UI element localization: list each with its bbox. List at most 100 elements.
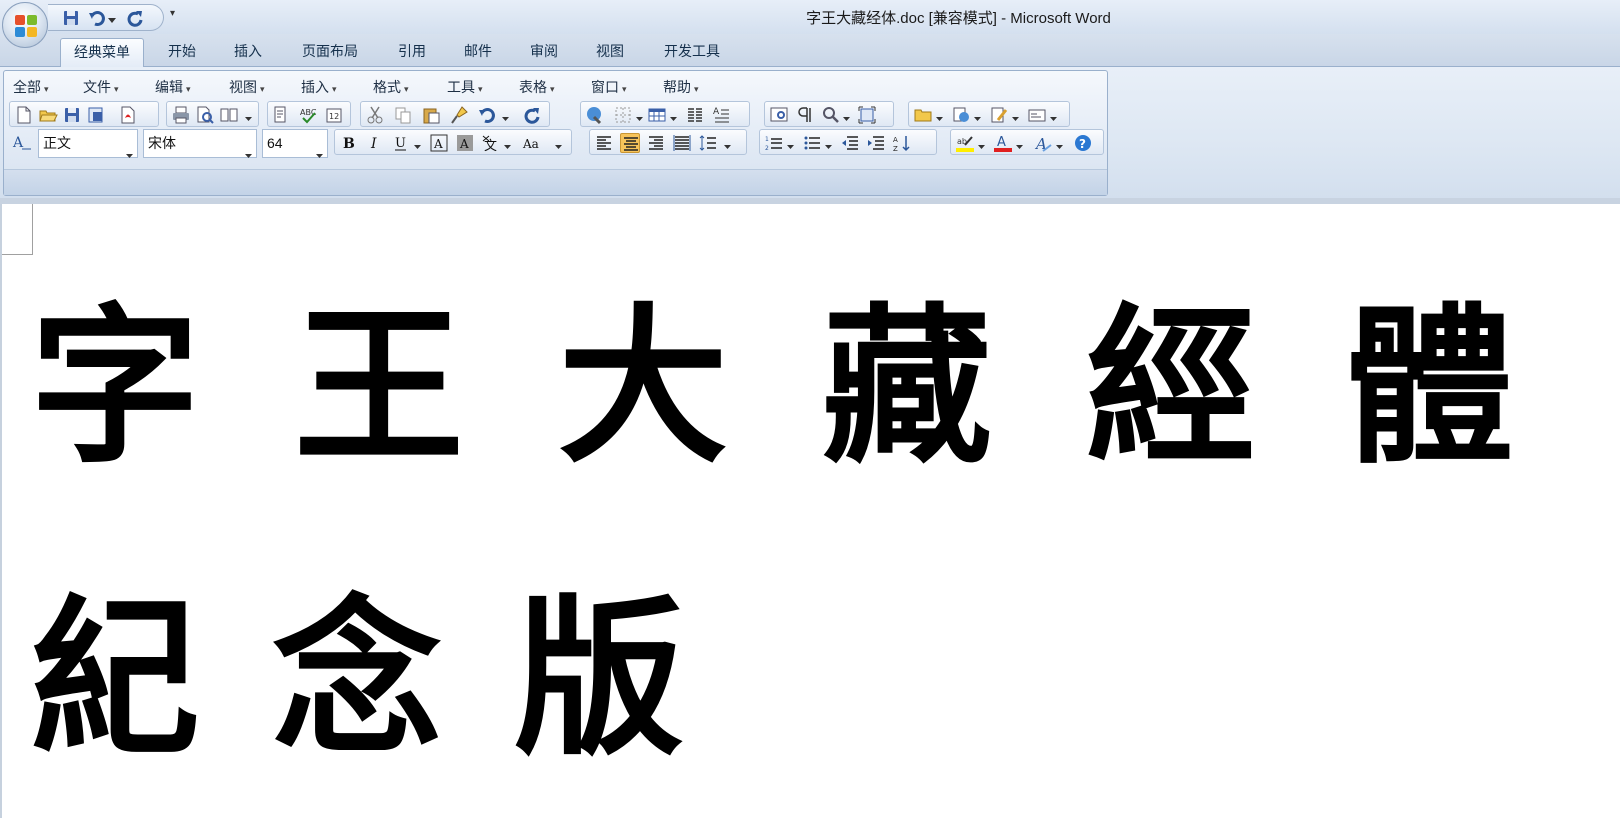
- insert-table-icon[interactable]: [647, 105, 667, 125]
- font-select[interactable]: 宋体: [143, 129, 257, 158]
- bullets-icon[interactable]: [802, 133, 822, 153]
- style-select[interactable]: 正文: [38, 129, 138, 158]
- spelling-icon[interactable]: ABC: [298, 105, 318, 125]
- reading-layout-icon[interactable]: [219, 105, 239, 125]
- numbering-icon[interactable]: 12: [764, 133, 784, 153]
- menu-help[interactable]: 帮助 ▾: [663, 77, 699, 97]
- menu-edit[interactable]: 编辑 ▾: [155, 77, 191, 97]
- chevron-down-icon[interactable]: [1050, 111, 1057, 121]
- decrease-indent-icon[interactable]: [840, 133, 860, 153]
- highlight-icon[interactable]: ab: [955, 133, 975, 153]
- full-screen-icon[interactable]: [857, 105, 877, 125]
- font-color-icon[interactable]: A: [993, 133, 1013, 153]
- print-icon[interactable]: [171, 105, 191, 125]
- research-icon[interactable]: [272, 105, 292, 125]
- italic-icon[interactable]: I: [365, 133, 385, 153]
- undo-icon[interactable]: [477, 105, 497, 125]
- chevron-down-icon[interactable]: [245, 111, 252, 121]
- ribbon-tabs: 经典菜单 开始 插入 页面布局 引用 邮件 审阅 视图 开发工具: [0, 34, 1620, 67]
- cut-icon[interactable]: [365, 105, 385, 125]
- change-case-icon[interactable]: Aa: [521, 133, 549, 153]
- tab-insert[interactable]: 插入: [222, 38, 274, 67]
- align-right-icon[interactable]: [646, 133, 666, 153]
- tab-mailings[interactable]: 邮件: [452, 38, 504, 67]
- chevron-down-icon[interactable]: [502, 111, 509, 121]
- chevron-down-icon[interactable]: [1016, 139, 1023, 149]
- sort-icon[interactable]: AZ: [892, 133, 912, 153]
- phonetic-guide-icon[interactable]: 文: [481, 133, 501, 153]
- permission-icon[interactable]: [86, 105, 106, 125]
- chevron-down-icon[interactable]: [1012, 111, 1019, 121]
- chevron-down-icon[interactable]: [555, 139, 562, 149]
- office-button[interactable]: [2, 2, 48, 48]
- chevron-down-icon[interactable]: [974, 111, 981, 121]
- hyperlink-icon[interactable]: [585, 105, 605, 125]
- svg-text:2: 2: [765, 145, 769, 152]
- chevron-down-icon[interactable]: [670, 111, 677, 121]
- redo-icon[interactable]: [521, 105, 541, 125]
- columns-icon[interactable]: [685, 105, 705, 125]
- menu-window[interactable]: 窗口 ▾: [591, 77, 627, 97]
- paste-icon[interactable]: [421, 105, 441, 125]
- pdf-icon[interactable]: [118, 105, 138, 125]
- chevron-down-icon[interactable]: [1056, 139, 1063, 149]
- chevron-down-icon[interactable]: [936, 111, 943, 121]
- menu-tools[interactable]: 工具 ▾: [447, 77, 483, 97]
- show-hide-marks-icon[interactable]: [795, 105, 815, 125]
- document-map-icon[interactable]: [769, 105, 789, 125]
- increase-indent-icon[interactable]: [866, 133, 886, 153]
- save-icon[interactable]: [62, 105, 82, 125]
- document-page[interactable]: 字 王 大 藏 經 體 紀 念 版: [0, 204, 1620, 818]
- tab-classic-menu[interactable]: 经典菜单: [60, 38, 144, 67]
- chevron-down-icon[interactable]: [636, 111, 643, 121]
- recent-documents-icon[interactable]: [951, 105, 971, 125]
- bold-icon[interactable]: B: [339, 133, 359, 153]
- tab-view[interactable]: 视图: [584, 38, 636, 67]
- print-preview-icon[interactable]: [195, 105, 215, 125]
- align-center-icon[interactable]: [620, 133, 640, 153]
- chevron-down-icon[interactable]: [414, 139, 421, 149]
- folder-icon[interactable]: [913, 105, 933, 125]
- new-document-icon[interactable]: [14, 105, 34, 125]
- tab-review[interactable]: 审阅: [518, 38, 570, 67]
- chevron-down-icon[interactable]: [504, 139, 511, 149]
- copy-icon[interactable]: [393, 105, 413, 125]
- print-toolbar-group: [166, 101, 259, 127]
- menu-all[interactable]: 全部 ▾: [13, 77, 49, 97]
- envelope-icon[interactable]: [1027, 105, 1047, 125]
- borders-icon[interactable]: [613, 105, 633, 125]
- chevron-down-icon[interactable]: [724, 139, 731, 149]
- tab-developer[interactable]: 开发工具: [652, 38, 732, 67]
- format-painter-icon[interactable]: [449, 105, 469, 125]
- help-icon[interactable]: ?: [1073, 133, 1093, 153]
- tab-home[interactable]: 开始: [156, 38, 208, 67]
- menu-view[interactable]: 视图 ▾: [229, 77, 265, 97]
- chevron-down-icon[interactable]: [787, 139, 794, 149]
- zoom-icon[interactable]: [821, 105, 841, 125]
- styles-icon[interactable]: A: [12, 132, 32, 152]
- chevron-down-icon[interactable]: [843, 111, 850, 121]
- chevron-down-icon[interactable]: [825, 139, 832, 149]
- font-size-select[interactable]: 64: [262, 129, 328, 158]
- menu-file[interactable]: 文件 ▾: [83, 77, 119, 97]
- text-effects-icon[interactable]: A: [1033, 133, 1053, 153]
- chevron-down-icon[interactable]: [126, 141, 133, 158]
- open-icon[interactable]: [38, 105, 58, 125]
- chevron-down-icon[interactable]: [316, 141, 323, 158]
- word-count-icon[interactable]: 12: [324, 105, 344, 125]
- align-left-icon[interactable]: [594, 133, 614, 153]
- underline-icon[interactable]: U: [391, 133, 411, 153]
- distribute-icon[interactable]: [672, 133, 692, 153]
- tab-references[interactable]: 引用: [386, 38, 438, 67]
- edit-document-icon[interactable]: [989, 105, 1009, 125]
- line-spacing-icon[interactable]: [698, 133, 718, 153]
- character-shading-icon[interactable]: A: [455, 133, 475, 153]
- text-direction-icon[interactable]: A: [711, 105, 731, 125]
- chevron-down-icon[interactable]: [978, 139, 985, 149]
- menu-format[interactable]: 格式 ▾: [373, 77, 409, 97]
- character-border-icon[interactable]: A: [429, 133, 449, 153]
- menu-insert[interactable]: 插入 ▾: [301, 77, 337, 97]
- chevron-down-icon[interactable]: [245, 141, 252, 158]
- tab-page-layout[interactable]: 页面布局: [290, 38, 370, 67]
- menu-table[interactable]: 表格 ▾: [519, 77, 555, 97]
